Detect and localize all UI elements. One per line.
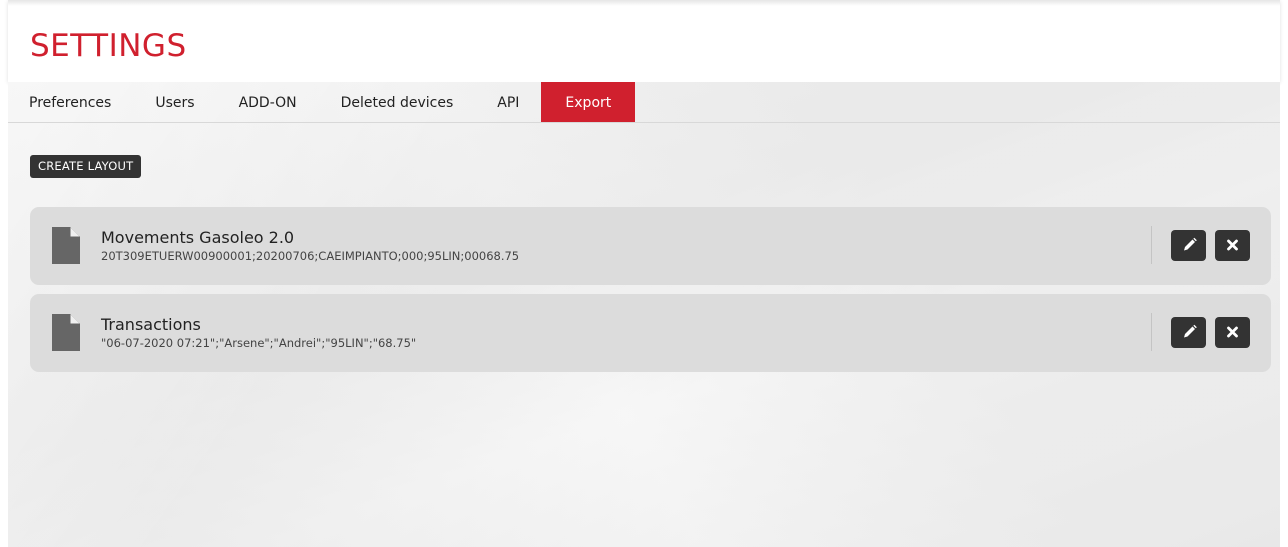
settings-content: Preferences Users ADD-ON Deleted devices… (8, 82, 1280, 547)
layout-title: Transactions (101, 315, 201, 334)
tab-add-on[interactable]: ADD-ON (217, 82, 319, 122)
tab-preferences[interactable]: Preferences (8, 82, 133, 122)
tab-api[interactable]: API (475, 82, 541, 122)
tab-deleted-devices[interactable]: Deleted devices (319, 82, 476, 122)
page-title: SETTINGS (30, 28, 187, 64)
edit-layout-button[interactable] (1171, 317, 1206, 348)
header-top-shadow (8, 0, 1280, 6)
header-bar: SETTINGS (8, 0, 1280, 82)
layout-title: Movements Gasoleo 2.0 (101, 228, 295, 247)
layout-sample: 20T309ETUERW00900001;20200706;CAEIMPIANT… (101, 249, 520, 263)
layout-card: Transactions "06-07-2020 07:21";"Arsene"… (30, 294, 1271, 372)
settings-tabs: Preferences Users ADD-ON Deleted devices… (8, 82, 1280, 123)
create-layout-button[interactable]: CREATE LAYOUT (30, 155, 142, 178)
card-divider (1151, 226, 1152, 264)
delete-layout-button[interactable] (1215, 230, 1250, 261)
delete-layout-button[interactable] (1215, 317, 1250, 348)
pencil-icon (1184, 324, 1197, 338)
settings-page: SETTINGS Preferences Users ADD-ON Delete… (0, 0, 1288, 547)
pencil-icon (1184, 237, 1197, 251)
edit-layout-button[interactable] (1171, 230, 1206, 261)
close-icon (1227, 326, 1238, 338)
layout-sample: "06-07-2020 07:21";"Arsene";"Andrei";"95… (101, 336, 417, 350)
close-icon (1227, 239, 1238, 251)
card-divider (1151, 313, 1152, 351)
file-icon (52, 314, 80, 351)
tab-export[interactable]: Export (541, 82, 636, 122)
tab-users[interactable]: Users (133, 82, 216, 122)
layout-card: Movements Gasoleo 2.0 20T309ETUERW009000… (30, 207, 1271, 285)
file-icon (52, 227, 80, 264)
